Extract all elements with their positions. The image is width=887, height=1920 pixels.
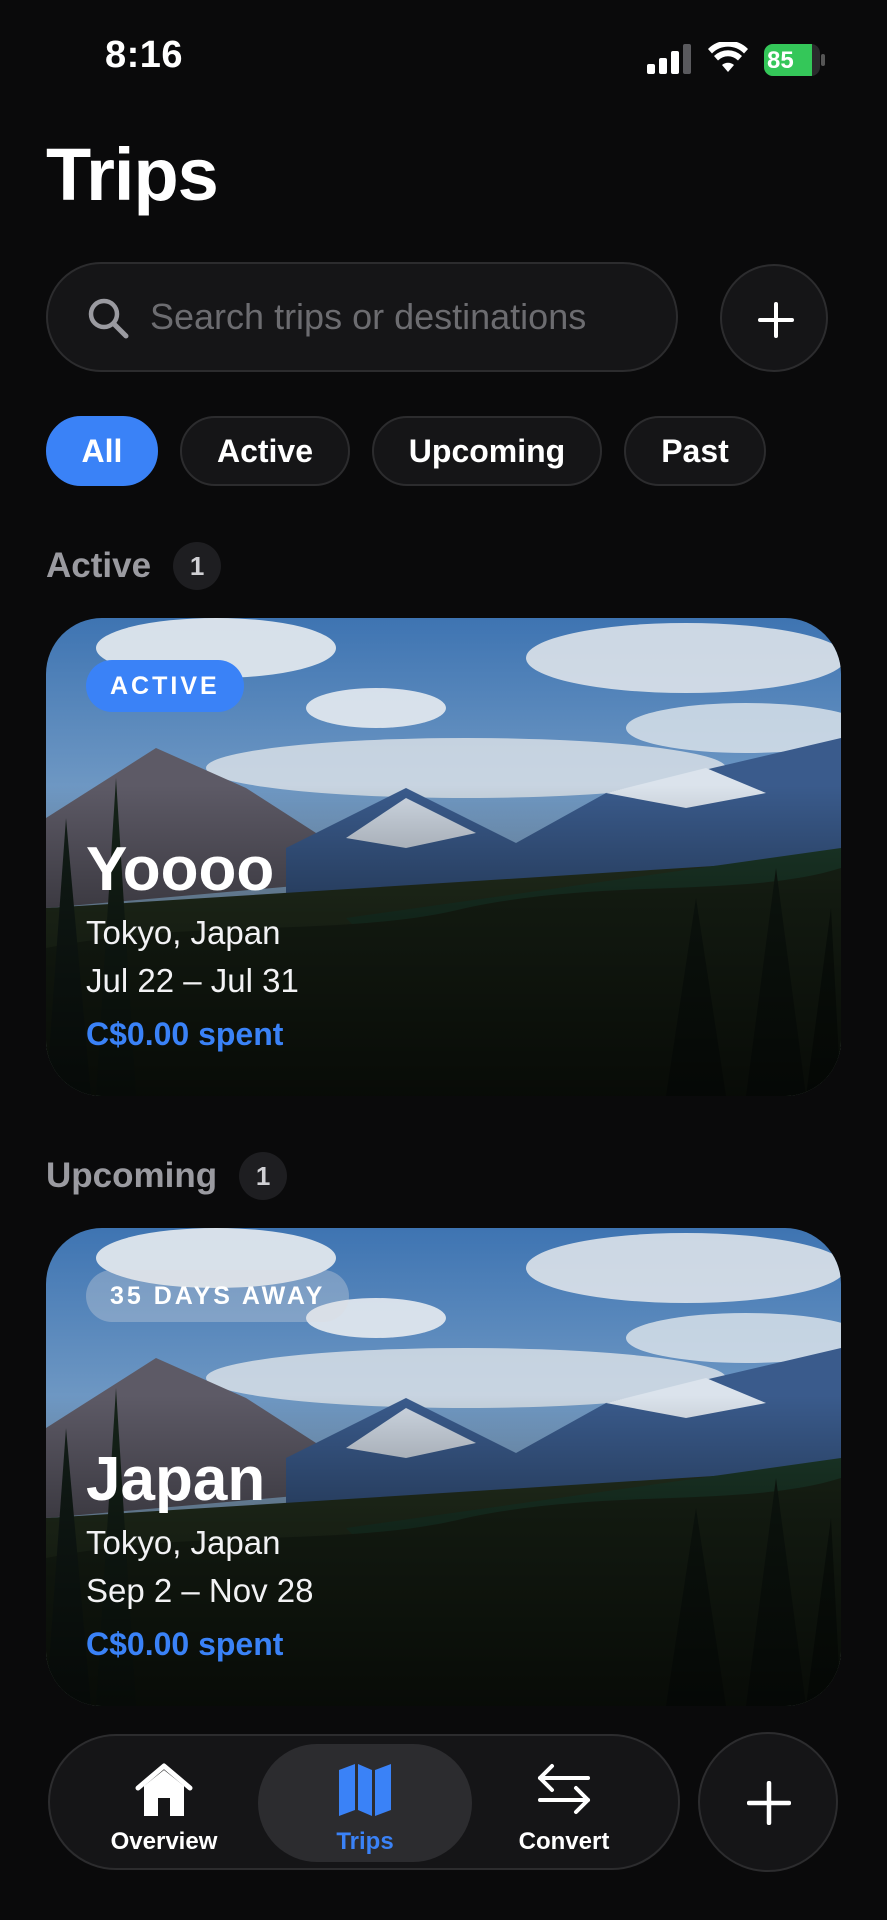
trip-name: Yoooo xyxy=(86,835,275,904)
filter-chip-label: Upcoming xyxy=(408,432,566,469)
tab-label: Convert xyxy=(518,1828,610,1855)
wifi-icon xyxy=(708,42,748,72)
status-badge: ACTIVE xyxy=(86,660,244,712)
trip-spent: C$0.00 spent xyxy=(86,1016,284,1052)
days-away-badge: 35 DAYS AWAY xyxy=(86,1270,350,1322)
trip-spent: C$0.00 spent xyxy=(86,1626,284,1662)
section-title: Active xyxy=(46,546,152,585)
tab-convert[interactable]: Convert xyxy=(464,1736,664,1868)
search-icon xyxy=(88,298,129,339)
search-bar[interactable] xyxy=(46,262,678,372)
arrows-swap-icon xyxy=(538,1764,590,1814)
tab-bar: Overview Trips Convert xyxy=(48,1734,680,1870)
filter-chip-active[interactable]: Active xyxy=(180,416,350,486)
section-count-badge: 1 xyxy=(239,1152,288,1200)
filter-chip-label: All xyxy=(81,432,123,469)
filter-chip-label: Past xyxy=(661,432,729,469)
map-icon xyxy=(339,1764,391,1816)
tab-label: Overview xyxy=(110,1828,218,1855)
trip-dates: Jul 22 – Jul 31 xyxy=(86,962,299,999)
house-icon xyxy=(135,1763,193,1816)
tab-label: Trips xyxy=(336,1828,394,1855)
add-floating-button[interactable] xyxy=(698,1732,838,1872)
trip-card-japan[interactable]: 35 DAYS AWAY Japan Tokyo, Japan Sep 2 – … xyxy=(46,1228,841,1706)
battery-icon: 85 xyxy=(764,44,826,76)
filter-chip-all[interactable]: All xyxy=(46,416,158,486)
cellular-signal-icon xyxy=(647,44,691,74)
page-title: Trips xyxy=(46,133,219,216)
filter-chip-upcoming[interactable]: Upcoming xyxy=(372,416,602,486)
status-time: 8:16 xyxy=(105,34,184,76)
section-title: Upcoming xyxy=(46,1156,218,1195)
section-header-active: Active 1 xyxy=(46,538,222,594)
plus-icon: .add-circle .plus::before { left: 18px; … xyxy=(756,300,796,340)
filter-chip-label: Active xyxy=(216,432,314,469)
trip-dates: Sep 2 – Nov 28 xyxy=(86,1572,314,1609)
trip-name: Japan xyxy=(86,1445,266,1514)
trip-location: Tokyo, Japan xyxy=(86,914,281,951)
status-bar: 8:16 85 xyxy=(0,0,887,120)
trip-card-yoooo[interactable]: ACTIVE Yoooo Tokyo, Japan Jul 22 – Jul 3… xyxy=(46,618,841,1096)
tab-overview[interactable]: Overview xyxy=(64,1736,264,1868)
add-trip-button[interactable]: .add-circle .plus::before { left: 18px; … xyxy=(720,264,828,372)
section-header-upcoming: Upcoming 1 xyxy=(46,1148,288,1204)
search-input[interactable] xyxy=(148,264,648,370)
filter-chip-past[interactable]: Past xyxy=(624,416,766,486)
trip-location: Tokyo, Japan xyxy=(86,1524,281,1561)
plus-icon xyxy=(747,1781,791,1825)
section-count-badge: 1 xyxy=(173,542,222,590)
tab-trips[interactable]: Trips xyxy=(258,1744,472,1862)
battery-percentage: 85 xyxy=(767,47,794,74)
